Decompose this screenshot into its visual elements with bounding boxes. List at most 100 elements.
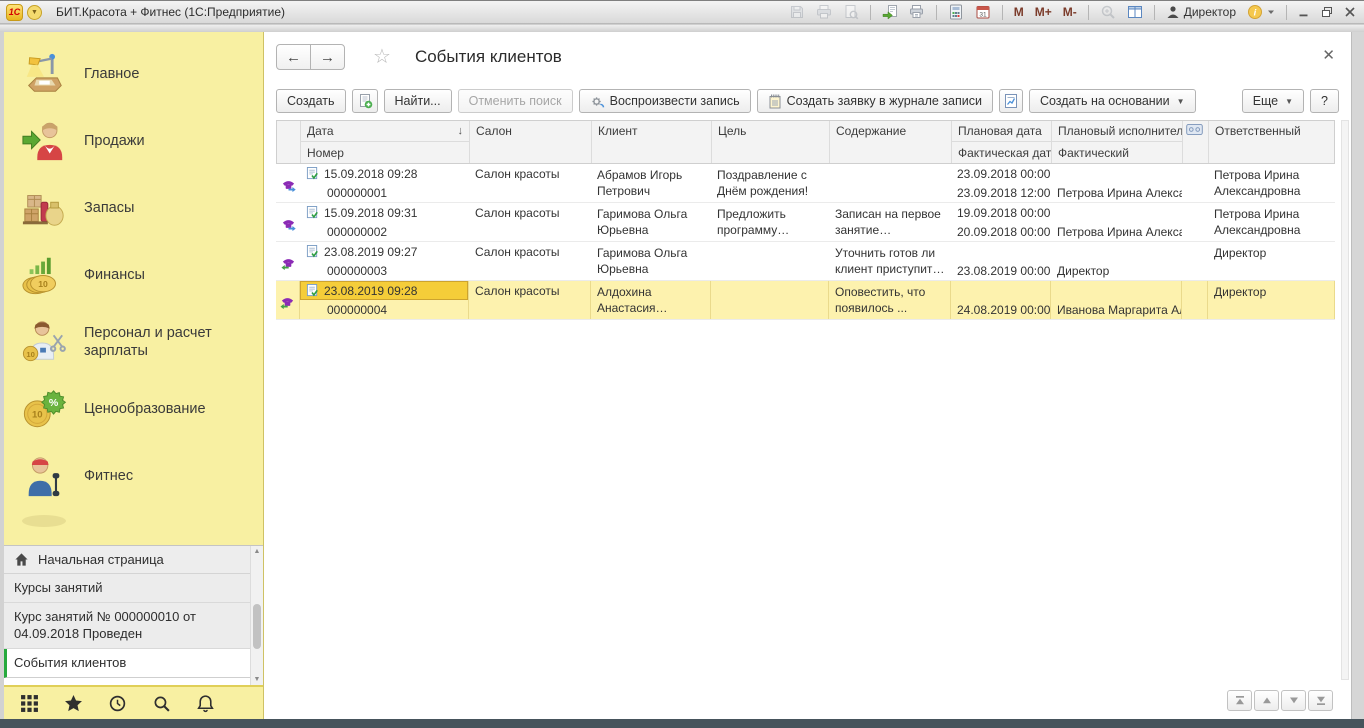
go-next-button[interactable]	[1281, 690, 1306, 711]
sidebar-item-pricing[interactable]: 10%Ценообразование	[4, 375, 263, 442]
column-actual-executor-header[interactable]: Фактический	[1052, 142, 1183, 163]
calendar-icon[interactable]: 31	[973, 3, 993, 21]
cell-call-type	[276, 242, 300, 280]
forward-button[interactable]: →	[310, 44, 345, 70]
fitness-icon	[20, 452, 68, 500]
close-button[interactable]	[1342, 5, 1358, 19]
print-preview-icon	[843, 4, 859, 20]
find-button[interactable]: Найти...	[384, 89, 452, 113]
go-previous-button[interactable]	[1254, 690, 1279, 711]
sidebar-item-sales[interactable]: Продажи	[4, 107, 263, 174]
column-content-header[interactable]: Содержание	[830, 121, 952, 163]
back-button[interactable]: ←	[276, 44, 311, 70]
table-row[interactable]: 15.09.2018 09:31000000002Салон красотыГа…	[276, 203, 1335, 242]
sidebar-item-main[interactable]: Главное	[4, 40, 263, 107]
memory-add-button[interactable]: M+	[1033, 4, 1054, 20]
scroll-down-icon[interactable]: ▼	[251, 676, 263, 683]
column-record-header[interactable]	[1183, 121, 1209, 163]
sidebar-item-fitness[interactable]: Фитнес	[4, 442, 263, 509]
cell-salon: Салон красоты	[469, 164, 591, 202]
history-clock-icon[interactable]	[108, 694, 127, 713]
nav-item-course-list[interactable]: Курсы занятий	[4, 574, 263, 603]
go-first-button[interactable]	[1227, 690, 1252, 711]
split-window-icon[interactable]	[1125, 3, 1145, 21]
application-window: 1С ▼ БИТ.Красота + Фитнес (1С:Предприяти…	[0, 0, 1364, 728]
table-row[interactable]: 23.08.2019 09:27000000003Салон красотыГа…	[276, 242, 1335, 281]
favorites-star-icon[interactable]	[64, 694, 83, 713]
column-planned-executor-header[interactable]: Плановый исполнитель	[1052, 121, 1183, 142]
help-button[interactable]: ?	[1310, 89, 1339, 113]
restore-button[interactable]	[1319, 5, 1335, 19]
column-client-header[interactable]: Клиент	[592, 121, 712, 163]
history-scrollbar[interactable]: ▲ ▼	[250, 546, 263, 685]
sidebar-item-hr[interactable]: 10Персонал и расчет зарплаты	[4, 308, 263, 375]
column-date-header[interactable]: Дата ↓	[301, 121, 470, 142]
print-settings-icon[interactable]	[907, 3, 927, 21]
window-bottom-edge	[0, 719, 1364, 728]
column-salon-header[interactable]: Салон	[470, 121, 592, 163]
search-icon[interactable]	[152, 694, 171, 713]
print-preview-icon[interactable]	[841, 3, 861, 21]
actual-date-value: 23.09.2018 12:00	[951, 183, 1051, 202]
sidebar-item-finance[interactable]: 10Финансы	[4, 241, 263, 308]
calculator-icon[interactable]	[946, 3, 966, 21]
column-goal-header[interactable]: Цель	[712, 121, 830, 163]
report-button[interactable]	[999, 89, 1023, 113]
date-line: 23.08.2019 09:28	[300, 281, 468, 300]
column-responsible-header[interactable]: Ответственный	[1209, 121, 1334, 163]
close-form-icon[interactable]: ✕	[1322, 48, 1335, 63]
table-row[interactable]: 23.08.2019 09:28000000004Салон красотыАл…	[276, 281, 1335, 320]
scroll-up-icon[interactable]: ▲	[251, 548, 263, 555]
create-copy-button[interactable]	[352, 89, 378, 113]
zoom-in-icon[interactable]	[1098, 3, 1118, 21]
actual-date-value: 20.09.2018 00:00	[951, 222, 1051, 241]
print-icon[interactable]	[814, 3, 834, 21]
main-menu-button[interactable]: ▼	[27, 5, 42, 20]
open-windows-panel: Начальная страница Курсы занятийКурс зан…	[4, 545, 263, 685]
nav-item-client-events[interactable]: События клиентов	[4, 649, 263, 678]
more-button[interactable]: Еще▼	[1242, 89, 1304, 113]
cell-content: Записан на первое занятие программ...	[829, 203, 951, 241]
create-based-on-button[interactable]: Создать на основании▼	[1029, 89, 1196, 113]
table-row[interactable]: 15.09.2018 09:28000000001Салон красотыАб…	[276, 164, 1335, 203]
sidebar-item-stock[interactable]: Запасы	[4, 174, 263, 241]
goal-value	[711, 242, 829, 245]
create-button[interactable]: Создать	[276, 89, 346, 113]
info-button[interactable]: i	[1245, 3, 1277, 21]
nav-item-course-doc[interactable]: Курс занятий № 000000010 от 04.09.2018 П…	[4, 603, 263, 649]
user-icon	[1166, 5, 1180, 19]
column-planned-date-header[interactable]: Плановая дата	[952, 121, 1052, 142]
column-actual-date-header[interactable]: Фактическая дата	[952, 142, 1052, 163]
column-number-header[interactable]: Номер	[301, 142, 470, 163]
playback-record-button[interactable]: Воспроизвести запись	[579, 89, 751, 113]
client-events-form: ✕ ← → ☆ События клиентов СоздатьНайти...…	[264, 32, 1351, 719]
create-journal-request-button[interactable]: Создать заявку в журнале записи	[757, 89, 993, 113]
menu-grid-icon[interactable]	[20, 694, 39, 713]
planned-date-header-label: Плановая дата	[958, 124, 1042, 138]
cell-content: Уточнить готов ли клиент приступить ...	[829, 242, 951, 280]
goal-value: Поздравление с Днём рождения!	[711, 164, 829, 199]
user-button[interactable]: Директор	[1164, 4, 1238, 20]
calculator-icon	[948, 4, 964, 20]
scrollbar-thumb[interactable]	[253, 604, 261, 648]
go-last-button[interactable]	[1308, 690, 1333, 711]
number-value: 000000002	[300, 222, 469, 241]
memory-subtract-button[interactable]: M-	[1061, 4, 1079, 20]
column-call-icon-header[interactable]	[277, 121, 301, 163]
actual-date-header-label: Фактическая дата	[958, 146, 1052, 160]
cell-executors: Директор	[1051, 242, 1182, 280]
home-page-item[interactable]: Начальная страница	[4, 546, 263, 574]
attach-file-icon[interactable]	[880, 3, 900, 21]
responsible-header-label: Ответственный	[1215, 124, 1301, 138]
table-scrollbar[interactable]	[1341, 120, 1349, 680]
minimize-button[interactable]	[1296, 5, 1312, 19]
notifications-bell-icon[interactable]	[196, 694, 215, 713]
cancel-search-button[interactable]: Отменить поиск	[458, 89, 573, 113]
coins-chart-icon: 10	[20, 251, 68, 299]
memory-recall-button[interactable]: M	[1012, 4, 1026, 20]
favorite-star-icon[interactable]: ☆	[373, 47, 391, 67]
save-icon[interactable]	[787, 3, 807, 21]
memory-subtract-button-label: M-	[1063, 5, 1077, 19]
cell-record	[1182, 164, 1208, 202]
cell-dates: 24.08.2019 00:00	[951, 281, 1051, 319]
